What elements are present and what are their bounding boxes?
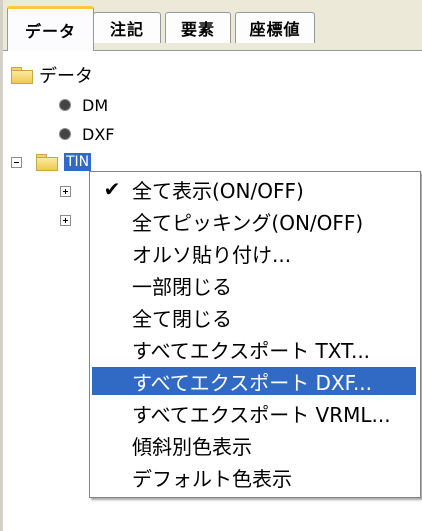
tree-item-label: DXF <box>82 124 115 144</box>
expand-icon[interactable] <box>60 185 71 197</box>
open-folder-icon <box>36 154 58 171</box>
tab-label: 注記 <box>109 20 144 39</box>
menu-item-label: 一部閉じる <box>132 274 232 299</box>
tab-label: データ <box>24 22 76 41</box>
tab-coordinates[interactable]: 座標値 <box>235 12 315 43</box>
data-panel: データ 注記 要素 座標値 データ DM DXF TIN ✔ 全て表示(ON/O… <box>0 0 422 531</box>
layer-bullet-icon <box>60 100 70 110</box>
menu-item-partial-close[interactable]: 一部閉じる <box>92 271 416 299</box>
menu-item-show-all[interactable]: ✔ 全て表示(ON/OFF) <box>92 175 416 203</box>
tab-label: 要素 <box>180 20 215 39</box>
tab-annotation[interactable]: 注記 <box>93 12 161 43</box>
folder-icon <box>11 67 33 84</box>
tree-item-tin[interactable]: TIN <box>11 148 92 176</box>
context-menu: ✔ 全て表示(ON/OFF) 全てピッキング(ON/OFF) オルソ貼り付け..… <box>89 171 421 498</box>
menu-item-label: オルソ貼り付け... <box>132 242 292 267</box>
menu-item-default-color[interactable]: デフォルト色表示 <box>92 463 416 491</box>
menu-item-close-all[interactable]: 全て閉じる <box>92 303 416 331</box>
tab-bar: データ 注記 要素 座標値 <box>3 0 422 51</box>
menu-item-label: 傾斜別色表示 <box>132 434 252 459</box>
menu-item-label: 全て閉じる <box>132 306 232 331</box>
tab-elements[interactable]: 要素 <box>165 12 231 43</box>
tab-data[interactable]: データ <box>7 6 94 51</box>
check-icon: ✔ <box>103 177 121 201</box>
menu-item-label: すべてエクスポート DXF... <box>132 370 373 395</box>
menu-item-label: すべてエクスポート VRML... <box>132 402 391 427</box>
menu-item-export-vrml[interactable]: すべてエクスポート VRML... <box>92 399 416 427</box>
menu-item-ortho-paste[interactable]: オルソ貼り付け... <box>92 239 416 267</box>
expand-icon[interactable] <box>60 214 71 226</box>
tree-item-dxf[interactable]: DXF <box>60 120 114 148</box>
menu-item-export-txt[interactable]: すべてエクスポート TXT... <box>92 335 416 363</box>
menu-item-label: 全て表示(ON/OFF) <box>132 178 304 203</box>
collapse-icon[interactable] <box>11 156 22 168</box>
tree-root-label: データ <box>39 66 93 87</box>
tree-item-dm[interactable]: DM <box>60 91 108 119</box>
menu-item-label: すべてエクスポート TXT... <box>132 338 371 363</box>
menu-item-slope-color[interactable]: 傾斜別色表示 <box>92 431 416 459</box>
tree-item-label-selected: TIN <box>64 153 92 171</box>
menu-item-label: デフォルト色表示 <box>132 466 292 491</box>
tree-item-label: DM <box>82 95 109 115</box>
tree-root[interactable]: データ <box>11 61 93 89</box>
layer-bullet-icon <box>60 129 70 139</box>
menu-item-export-dxf[interactable]: すべてエクスポート DXF... <box>92 367 416 395</box>
tree-child-1[interactable] <box>60 177 71 205</box>
menu-item-label: 全てピッキング(ON/OFF) <box>132 210 364 235</box>
menu-item-picking-all[interactable]: 全てピッキング(ON/OFF) <box>92 207 416 235</box>
tab-label: 座標値 <box>249 20 301 39</box>
tree-child-2[interactable] <box>60 206 71 234</box>
